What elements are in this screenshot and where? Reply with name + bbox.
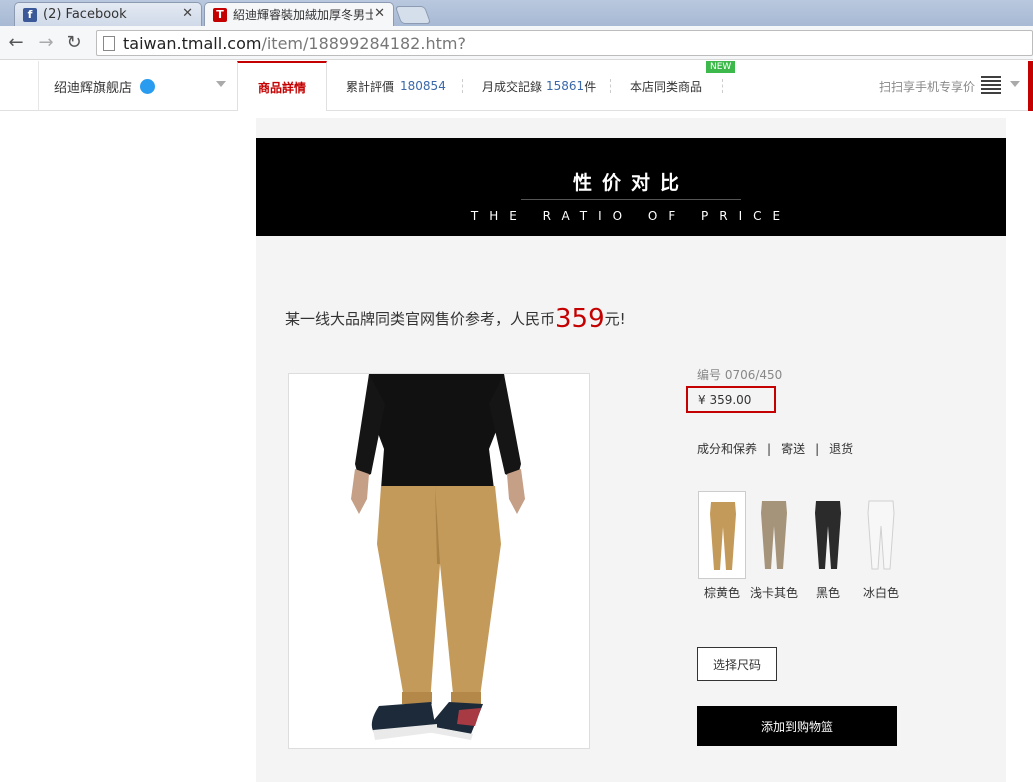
chevron-down-icon (216, 81, 226, 87)
close-tab-icon[interactable]: ✕ (182, 6, 193, 21)
new-badge: NEW (706, 61, 736, 73)
product-photo (288, 373, 590, 749)
tab-product-details[interactable]: 商品詳情 (237, 61, 327, 111)
price-box: ¥ 359.00 (686, 386, 776, 413)
tab-label: 本店同类商品 (630, 79, 703, 94)
pants-thumbnail-icon (761, 501, 787, 569)
banner-title-en: THE RATIO OF PRICE (470, 209, 792, 223)
chevron-down-icon (1010, 81, 1020, 87)
price-value: ¥ 359.00 (698, 392, 752, 407)
product-code: 编号 0706/450 (697, 368, 783, 382)
banner-title-cn: 性价对比 (572, 172, 689, 194)
banner-divider (521, 199, 741, 200)
swatch-khaki[interactable] (750, 491, 798, 579)
price-ratio-banner: 性价对比 THE RATIO OF PRICE (256, 138, 1006, 236)
tab-reviews[interactable]: 累計評價 180854 (346, 61, 446, 111)
swatch-label: 浅卡其色 (749, 586, 798, 600)
browser-toolbar: ← → ↻ taiwan.tmall.com/item/18899284182.… (0, 26, 1033, 60)
swatch-label: 黑色 (815, 586, 840, 600)
tab-facebook[interactable]: f (2) Facebook ✕ (14, 2, 202, 26)
reference-price-text: 某一线大品牌同类官网售价参考，人民币359元! (285, 304, 626, 334)
page-icon (103, 35, 115, 51)
wangwang-chat-icon[interactable] (140, 78, 156, 94)
add-to-cart-button[interactable]: 添加到购物篮 (697, 706, 897, 746)
tab-title: (2) Facebook (43, 7, 127, 22)
address-bar[interactable]: taiwan.tmall.com/item/18899284182.htm? (96, 30, 1033, 56)
monthly-unit: 件 (584, 79, 597, 94)
shop-nav-bar: 绍迪辉旗舰店 商品詳情 累計評價 180854 月成交記錄 15861 件 本店… (0, 61, 1033, 111)
link-returns[interactable]: 退货 (829, 442, 853, 456)
back-arrow-icon[interactable]: ← (6, 33, 26, 53)
close-tab-icon[interactable]: ✕ (374, 6, 385, 21)
new-tab-button[interactable] (394, 6, 432, 24)
monthly-count: 15861 (546, 79, 585, 93)
mobile-price-link[interactable]: 扫扫享手机专享价 (879, 61, 975, 111)
forward-arrow-icon[interactable]: → (36, 33, 56, 53)
swatch-ice-white[interactable] (857, 491, 905, 579)
tab-tmall[interactable]: T 紹迪輝睿裝加絨加厚冬男士 ✕ (204, 2, 394, 26)
swatch-label: 棕黄色 (703, 586, 740, 600)
tab-label: 商品詳情 (257, 80, 306, 95)
model-in-pants-image (351, 374, 525, 740)
tab-monthly-sales[interactable]: 月成交記錄 15861 件 (482, 61, 596, 111)
browser-tab-strip: f (2) Facebook ✕ T 紹迪輝睿裝加絨加厚冬男士 ✕ (0, 0, 1033, 26)
shop-name-menu[interactable]: 绍迪辉旗舰店 (38, 61, 238, 111)
reload-icon[interactable]: ↻ (64, 33, 84, 53)
accent-bar (1028, 61, 1033, 111)
info-links: 成分和保养 | 寄送 | 退货 (697, 442, 854, 456)
url-text: taiwan.tmall.com/item/18899284182.htm? (123, 33, 466, 53)
scan-label: 扫扫享手机专享价 (879, 79, 976, 94)
tab-label: 累計評價 (346, 79, 395, 94)
pants-thumbnail-icon (815, 501, 841, 569)
reviews-count: 180854 (400, 79, 446, 93)
pants-thumbnail-icon (710, 502, 736, 570)
swatch-label: 冰白色 (862, 586, 899, 600)
swatch-tan[interactable] (698, 491, 746, 579)
shop-name: 绍迪辉旗舰店 (54, 80, 133, 96)
reference-amount: 359 (555, 304, 605, 334)
swatch-black[interactable] (804, 491, 852, 579)
link-composition-care[interactable]: 成分和保养 (697, 442, 757, 456)
facebook-icon: f (23, 7, 37, 22)
product-description: 性价对比 THE RATIO OF PRICE 某一线大品牌同类官网售价参考，人… (256, 118, 1006, 782)
tmall-icon: T (213, 7, 227, 22)
qr-code-icon[interactable] (981, 74, 1001, 94)
link-shipping[interactable]: 寄送 (781, 442, 805, 456)
select-size-button[interactable]: 选择尺码 (697, 647, 777, 681)
tab-label: 月成交記錄 (482, 79, 543, 94)
tab-similar-items[interactable]: 本店同类商品 (630, 61, 702, 111)
tab-title: 紹迪輝睿裝加絨加厚冬男士 (233, 8, 373, 22)
pants-thumbnail-icon (867, 500, 895, 570)
